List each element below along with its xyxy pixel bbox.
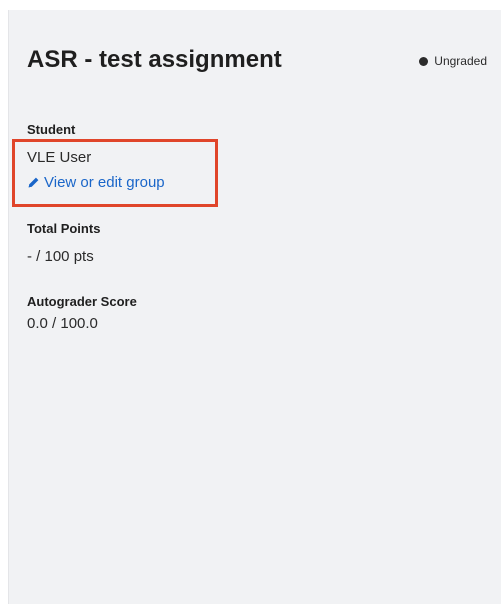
assignment-header: ASR - test assignment Ungraded [27, 46, 487, 82]
student-label: Student [27, 122, 76, 137]
filled-circle-icon [419, 56, 429, 66]
pencil-icon [28, 177, 39, 188]
assignment-title: ASR - test assignment [27, 46, 282, 73]
autograder-score-label: Autograder Score [27, 294, 137, 309]
edit-link-label: View or edit group [44, 174, 165, 191]
status-badge: Ungraded [419, 54, 487, 68]
total-points-value: - / 100 pts [27, 248, 94, 265]
autograder-score-value: 0.0 / 100.0 [27, 315, 98, 332]
total-points-label: Total Points [27, 221, 101, 236]
view-or-edit-group-link[interactable]: View or edit group [27, 174, 165, 191]
status-label: Ungraded [434, 54, 487, 68]
student-name: VLE User [27, 149, 92, 166]
